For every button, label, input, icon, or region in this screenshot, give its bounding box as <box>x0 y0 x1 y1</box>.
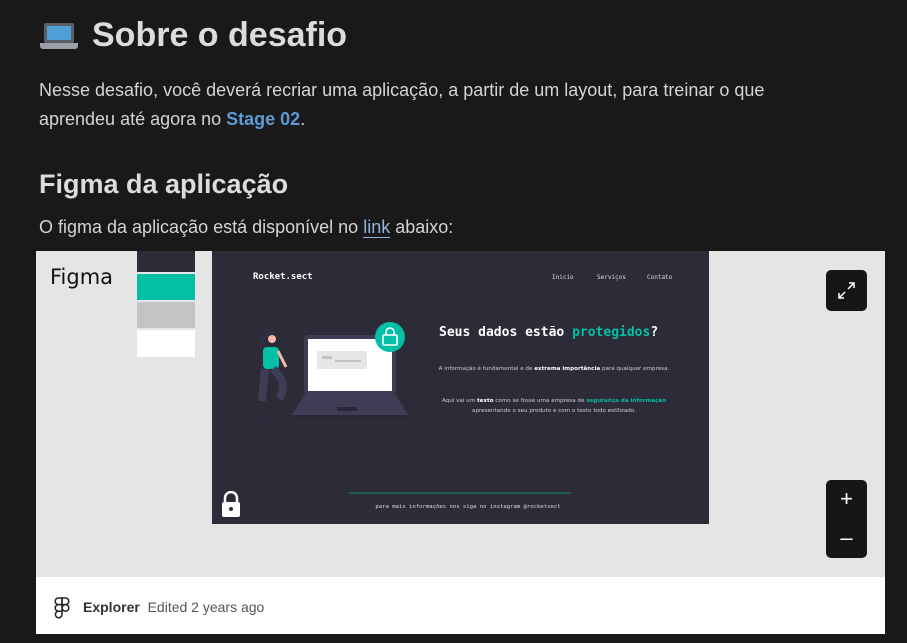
page-heading: Sobre o desafio <box>40 16 347 55</box>
headline-text: Seus dados estão <box>439 325 573 340</box>
embed-footer-text: Explorer Edited 2 years ago <box>83 599 264 615</box>
frame-nav-item: Contato <box>647 274 673 281</box>
p1-text: A informação é fundamental e de <box>438 366 535 372</box>
p2-highlight: segurança da informação <box>586 398 667 404</box>
page-title: Sobre o desafio <box>92 16 348 54</box>
figma-intro-end: abaixo: <box>390 217 454 237</box>
section-title: Figma da aplicação <box>39 169 289 199</box>
frame-nav-item: Serviços <box>597 274 626 281</box>
figma-label: Figma <box>50 265 114 289</box>
color-swatch <box>137 330 195 357</box>
intro-end: . <box>300 109 306 129</box>
intro-text: Nesse desafio, você deverá recriar uma a… <box>39 80 765 129</box>
frame-paragraph: Aqui vai um texto como se fosse uma empr… <box>434 396 674 416</box>
frame-paragraph: A informação é fundamental e de extrema … <box>434 364 674 374</box>
illustration <box>258 322 408 421</box>
frame-nav-item: Inicio <box>552 274 574 281</box>
figma-canvas[interactable]: Figma Rocket.sect Inicio Serviços Contat… <box>36 251 885 577</box>
frame-footer-text: para mais informações nos siga no instag… <box>375 504 561 510</box>
zoom-controls: + – <box>826 480 867 558</box>
headline-highlight: protegidos <box>572 325 651 340</box>
color-swatch <box>137 302 195 328</box>
intro-paragraph: Nesse desafio, você deverá recriar uma a… <box>39 76 839 134</box>
figma-intro-text: O figma da aplicação está disponível no <box>39 217 364 237</box>
expand-button[interactable] <box>826 270 867 311</box>
color-swatch <box>137 251 195 272</box>
frame-divider <box>349 492 571 494</box>
stage-link[interactable]: Stage 02 <box>226 109 300 129</box>
expand-icon <box>838 282 855 299</box>
figma-intro-paragraph: O figma da aplicação está disponível no … <box>39 217 453 238</box>
figma-embed[interactable]: Figma Rocket.sect Inicio Serviços Contat… <box>36 251 885 634</box>
headline-end: ? <box>650 325 659 340</box>
frame-headline: Seus dados estão protegidos? <box>439 325 658 340</box>
p2-text-end: apresentando o seu produto e com o texto… <box>472 408 636 414</box>
edited-time: Edited 2 years ago <box>147 599 265 615</box>
zoom-out-button[interactable]: – <box>826 519 867 558</box>
zoom-in-button[interactable]: + <box>826 480 867 519</box>
file-name[interactable]: Explorer <box>83 599 140 615</box>
p2-bold: texto <box>476 398 494 404</box>
frame-logo: Rocket.sect <box>253 272 313 282</box>
lock-icon <box>222 491 240 517</box>
p1-bold: extrema importância <box>534 366 601 372</box>
embed-footer: Explorer Edited 2 years ago <box>36 577 885 634</box>
p2-text-mid: como se fosse uma empresa de <box>493 398 587 404</box>
figma-logo-icon <box>54 597 70 619</box>
p1-text-end: para qualquer empresa. <box>600 366 670 372</box>
laptop-icon <box>40 21 78 51</box>
design-frame[interactable]: Rocket.sect Inicio Serviços Contato Seus… <box>212 251 709 524</box>
color-swatch <box>137 274 195 300</box>
p2-text: Aqui vai um <box>441 398 477 404</box>
figma-link[interactable]: link <box>363 217 391 238</box>
